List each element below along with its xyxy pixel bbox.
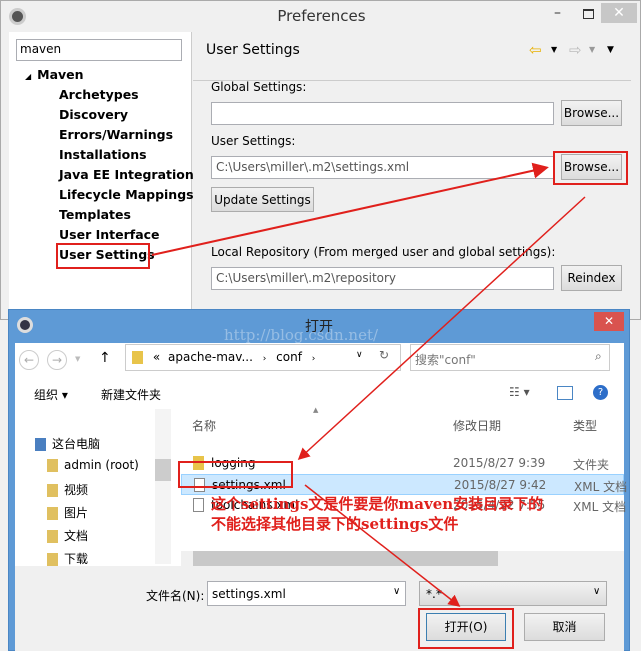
annotation-arrows [151,162,586,607]
arrow-to-settings-file [297,196,586,461]
arrow-to-browse [151,162,549,256]
arrow-to-open [304,484,461,607]
